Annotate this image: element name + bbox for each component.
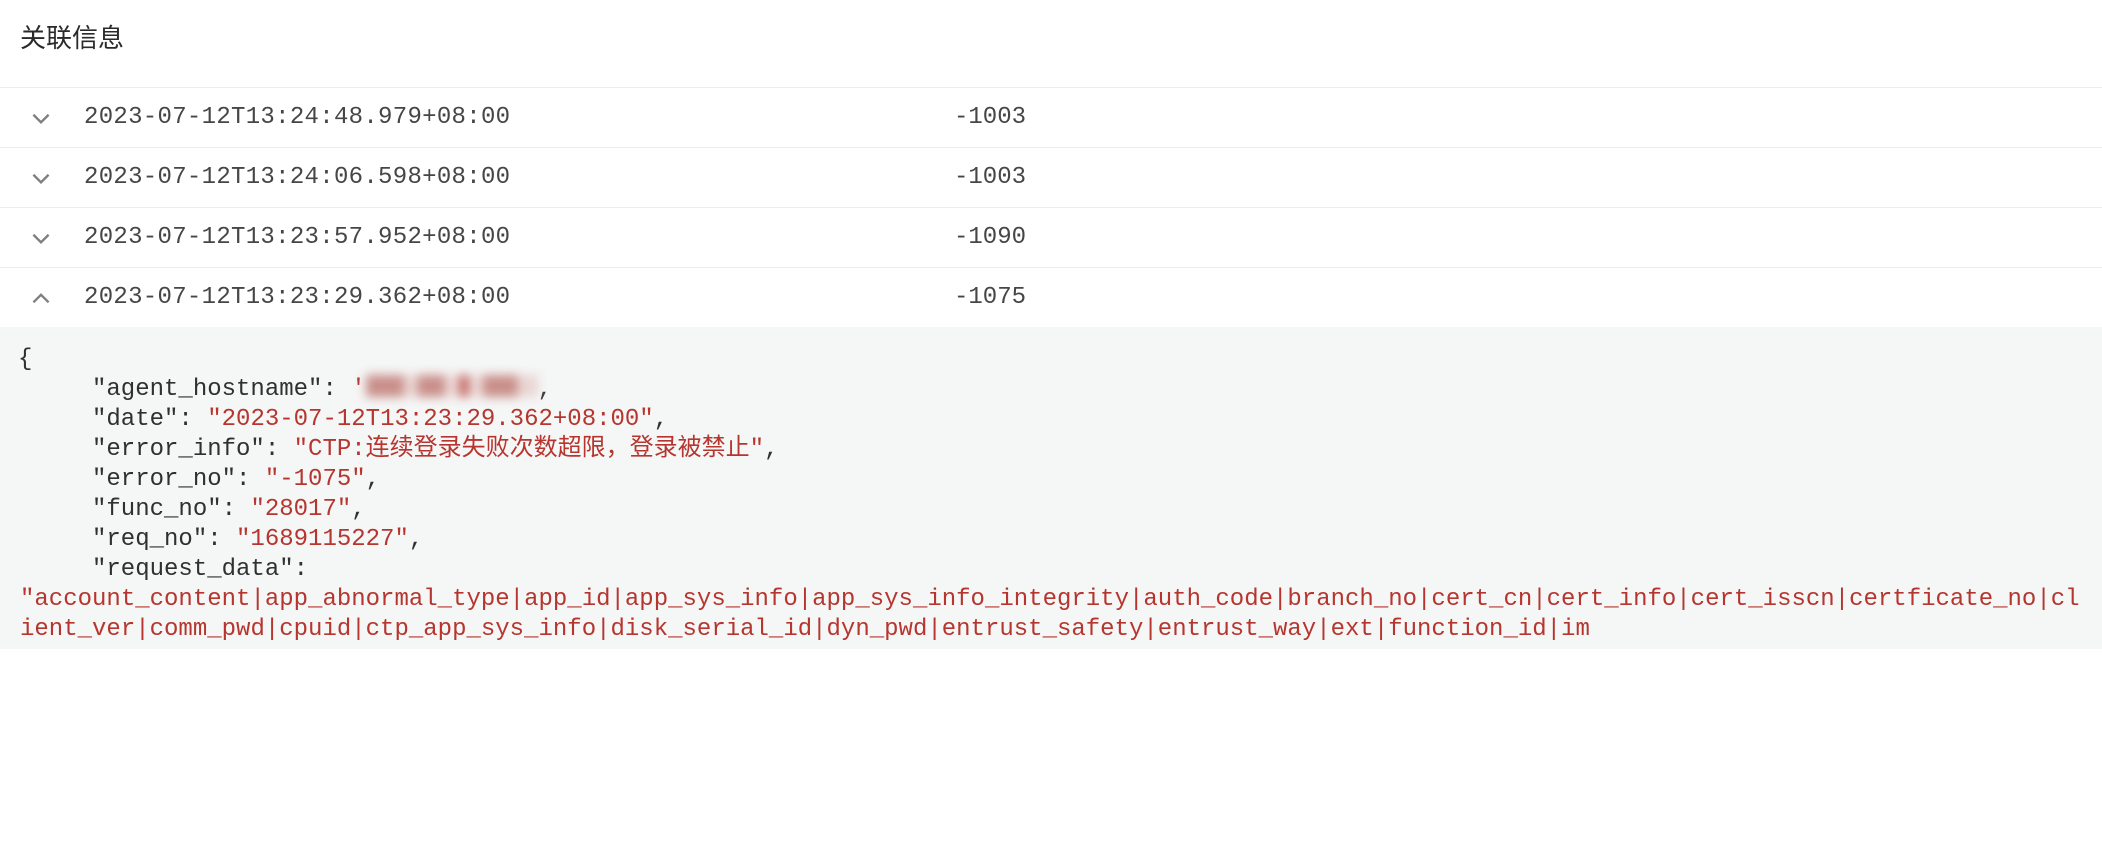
log-timestamp: 2023-07-12T13:24:48.979+08:00	[84, 104, 954, 131]
json-key: "req_no"	[92, 526, 207, 553]
log-row[interactable]: 2023-07-12T13:24:48.979+08:00 -1003	[0, 87, 2102, 147]
json-value-request-data: "account_content|app_abnormal_type|app_i…	[18, 585, 2084, 645]
json-field-agent-hostname: "agent_hostname": ',	[18, 375, 2084, 405]
json-field-request-data: "request_data":	[18, 555, 2084, 585]
json-key: "agent_hostname"	[92, 376, 322, 403]
json-colon: :	[236, 466, 265, 493]
json-colon: :	[294, 556, 308, 583]
chevron-down-icon	[28, 225, 54, 251]
log-timestamp: 2023-07-12T13:23:57.952+08:00	[84, 224, 954, 251]
json-value: "2023-07-12T13:23:29.362+08:00"	[207, 406, 653, 433]
chevron-up-icon	[28, 285, 54, 311]
log-row[interactable]: 2023-07-12T13:23:29.362+08:00 -1075	[0, 267, 2102, 327]
json-key: "error_info"	[92, 436, 265, 463]
json-field-date: "date": "2023-07-12T13:23:29.362+08:00",	[18, 405, 2084, 435]
log-code: -1003	[954, 164, 1026, 191]
json-value: "1689115227"	[236, 526, 409, 553]
expand-toggle[interactable]	[28, 225, 84, 251]
json-value-redacted: '	[351, 376, 537, 403]
json-comma: ,	[538, 376, 552, 403]
json-comma: ,	[764, 436, 778, 463]
json-key: "date"	[92, 406, 178, 433]
chevron-down-icon	[28, 165, 54, 191]
redacted-value	[366, 375, 538, 397]
json-key: "request_data"	[92, 556, 294, 583]
json-colon: :	[207, 526, 236, 553]
json-field-error-info: "error_info": "CTP:连续登录失败次数超限，登录被禁止",	[18, 435, 2084, 465]
log-timestamp: 2023-07-12T13:23:29.362+08:00	[84, 284, 954, 311]
json-field-func-no: "func_no": "28017",	[18, 495, 2084, 525]
log-row[interactable]: 2023-07-12T13:23:57.952+08:00 -1090	[0, 207, 2102, 267]
json-comma: ,	[654, 406, 668, 433]
json-comma: ,	[366, 466, 380, 493]
section-title: 关联信息	[0, 0, 2102, 87]
json-comma: ,	[351, 496, 365, 523]
expand-toggle[interactable]	[28, 105, 84, 131]
json-key: "error_no"	[92, 466, 236, 493]
log-code: -1075	[954, 284, 1026, 311]
log-detail-pane: { "agent_hostname": ', "date": "2023-07-…	[0, 327, 2102, 649]
json-colon: :	[322, 376, 351, 403]
expand-toggle[interactable]	[28, 285, 84, 311]
json-value: "CTP:连续登录失败次数超限，登录被禁止"	[294, 436, 764, 463]
json-value: "-1075"	[265, 466, 366, 493]
chevron-down-icon	[28, 105, 54, 131]
json-colon: :	[222, 496, 251, 523]
json-comma: ,	[409, 526, 423, 553]
log-row[interactable]: 2023-07-12T13:24:06.598+08:00 -1003	[0, 147, 2102, 207]
log-code: -1003	[954, 104, 1026, 131]
expand-toggle[interactable]	[28, 165, 84, 191]
json-value: "28017"	[250, 496, 351, 523]
json-key: "func_no"	[92, 496, 222, 523]
log-timestamp: 2023-07-12T13:24:06.598+08:00	[84, 164, 954, 191]
log-code: -1090	[954, 224, 1026, 251]
json-colon: :	[178, 406, 207, 433]
json-colon: :	[265, 436, 294, 463]
json-field-error-no: "error_no": "-1075",	[18, 465, 2084, 495]
json-brace-open: {	[18, 345, 2084, 375]
json-field-req-no: "req_no": "1689115227",	[18, 525, 2084, 555]
